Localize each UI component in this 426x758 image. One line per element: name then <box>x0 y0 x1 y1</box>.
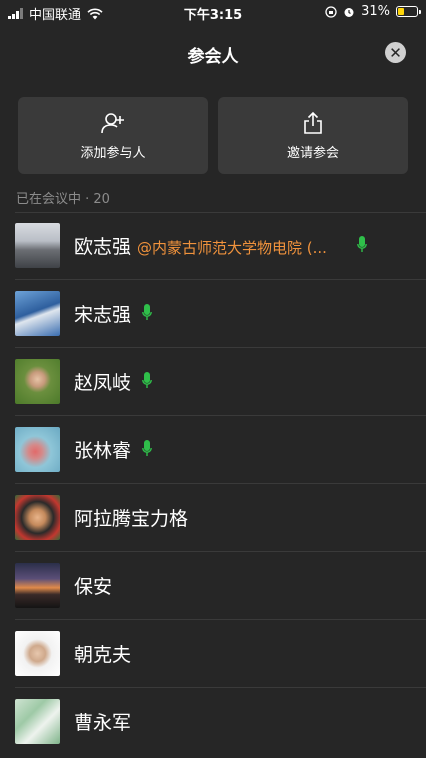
microphone-icon <box>142 372 152 388</box>
divider <box>15 212 426 213</box>
rotation-lock-icon <box>325 5 337 18</box>
battery-percent: 31% <box>361 4 390 19</box>
participant-name: 保安 <box>74 576 113 598</box>
participant-name: 欧志强 <box>74 236 132 258</box>
microphone-icon <box>142 440 152 456</box>
avatar <box>15 631 60 676</box>
participant-row[interactable]: 欧志强 @内蒙古师范大学物电院 (... <box>0 212 426 280</box>
participant-name-wrap: 朝克夫 <box>74 640 131 667</box>
participant-row[interactable]: 保安 <box>0 552 426 620</box>
avatar <box>15 495 60 540</box>
participant-row[interactable]: 宋志强 <box>0 280 426 348</box>
status-right: 31% <box>325 4 421 19</box>
avatar <box>15 291 60 336</box>
participant-name-wrap: 保安 <box>74 572 112 599</box>
add-participant-button[interactable]: 添加参与人 <box>18 97 208 174</box>
share-icon <box>304 111 322 134</box>
participant-row[interactable]: 张林睿 <box>0 416 426 484</box>
participant-name: 赵凤岐 <box>74 372 132 394</box>
participant-name-wrap: 宋志强 <box>74 300 131 327</box>
add-person-icon <box>101 113 124 134</box>
close-button[interactable]: ✕ <box>385 42 406 63</box>
alarm-icon <box>344 7 354 17</box>
add-participant-label: 添加参与人 <box>80 146 146 161</box>
participant-name: 朝克夫 <box>74 644 132 666</box>
header: 参会人 ✕ <box>0 24 426 82</box>
participant-list: 欧志强 @内蒙古师范大学物电院 (... 宋志强 赵凤岐 张林睿 阿拉腾宝力格 … <box>0 212 426 756</box>
avatar <box>15 427 60 472</box>
participant-row[interactable]: 曹永军 <box>0 688 426 756</box>
participant-row[interactable]: 朝克夫 <box>0 620 426 688</box>
participant-name-wrap: 赵凤岐 <box>74 368 131 395</box>
participant-row[interactable]: 阿拉腾宝力格 <box>0 484 426 552</box>
participant-name: 宋志强 <box>74 304 132 326</box>
avatar <box>15 223 60 268</box>
participant-name-wrap: 张林睿 <box>74 436 131 463</box>
participant-name-wrap: 欧志强 @内蒙古师范大学物电院 (... <box>74 232 327 259</box>
participant-org: @内蒙古师范大学物电院 (... <box>137 239 327 257</box>
close-icon: ✕ <box>389 43 402 62</box>
participant-name-wrap: 阿拉腾宝力格 <box>74 504 188 531</box>
avatar <box>15 563 60 608</box>
invite-button[interactable]: 邀请参会 <box>218 97 408 174</box>
status-bar: 中国联通 下午3:15 31% <box>0 0 426 24</box>
page-title: 参会人 <box>187 47 239 67</box>
invite-label: 邀请参会 <box>286 146 339 161</box>
microphone-icon <box>142 304 152 320</box>
avatar <box>15 359 60 404</box>
microphone-icon <box>357 236 367 252</box>
participant-name: 张林睿 <box>74 440 132 462</box>
participant-row[interactable]: 赵凤岐 <box>0 348 426 416</box>
battery-fill <box>398 8 404 15</box>
in-meeting-count: 已在会议中 · 20 <box>16 192 110 207</box>
participant-name: 曹永军 <box>74 712 132 734</box>
participant-name-wrap: 曹永军 <box>74 708 131 735</box>
avatar <box>15 699 60 744</box>
participant-name: 阿拉腾宝力格 <box>74 508 189 530</box>
battery-icon <box>396 6 421 17</box>
